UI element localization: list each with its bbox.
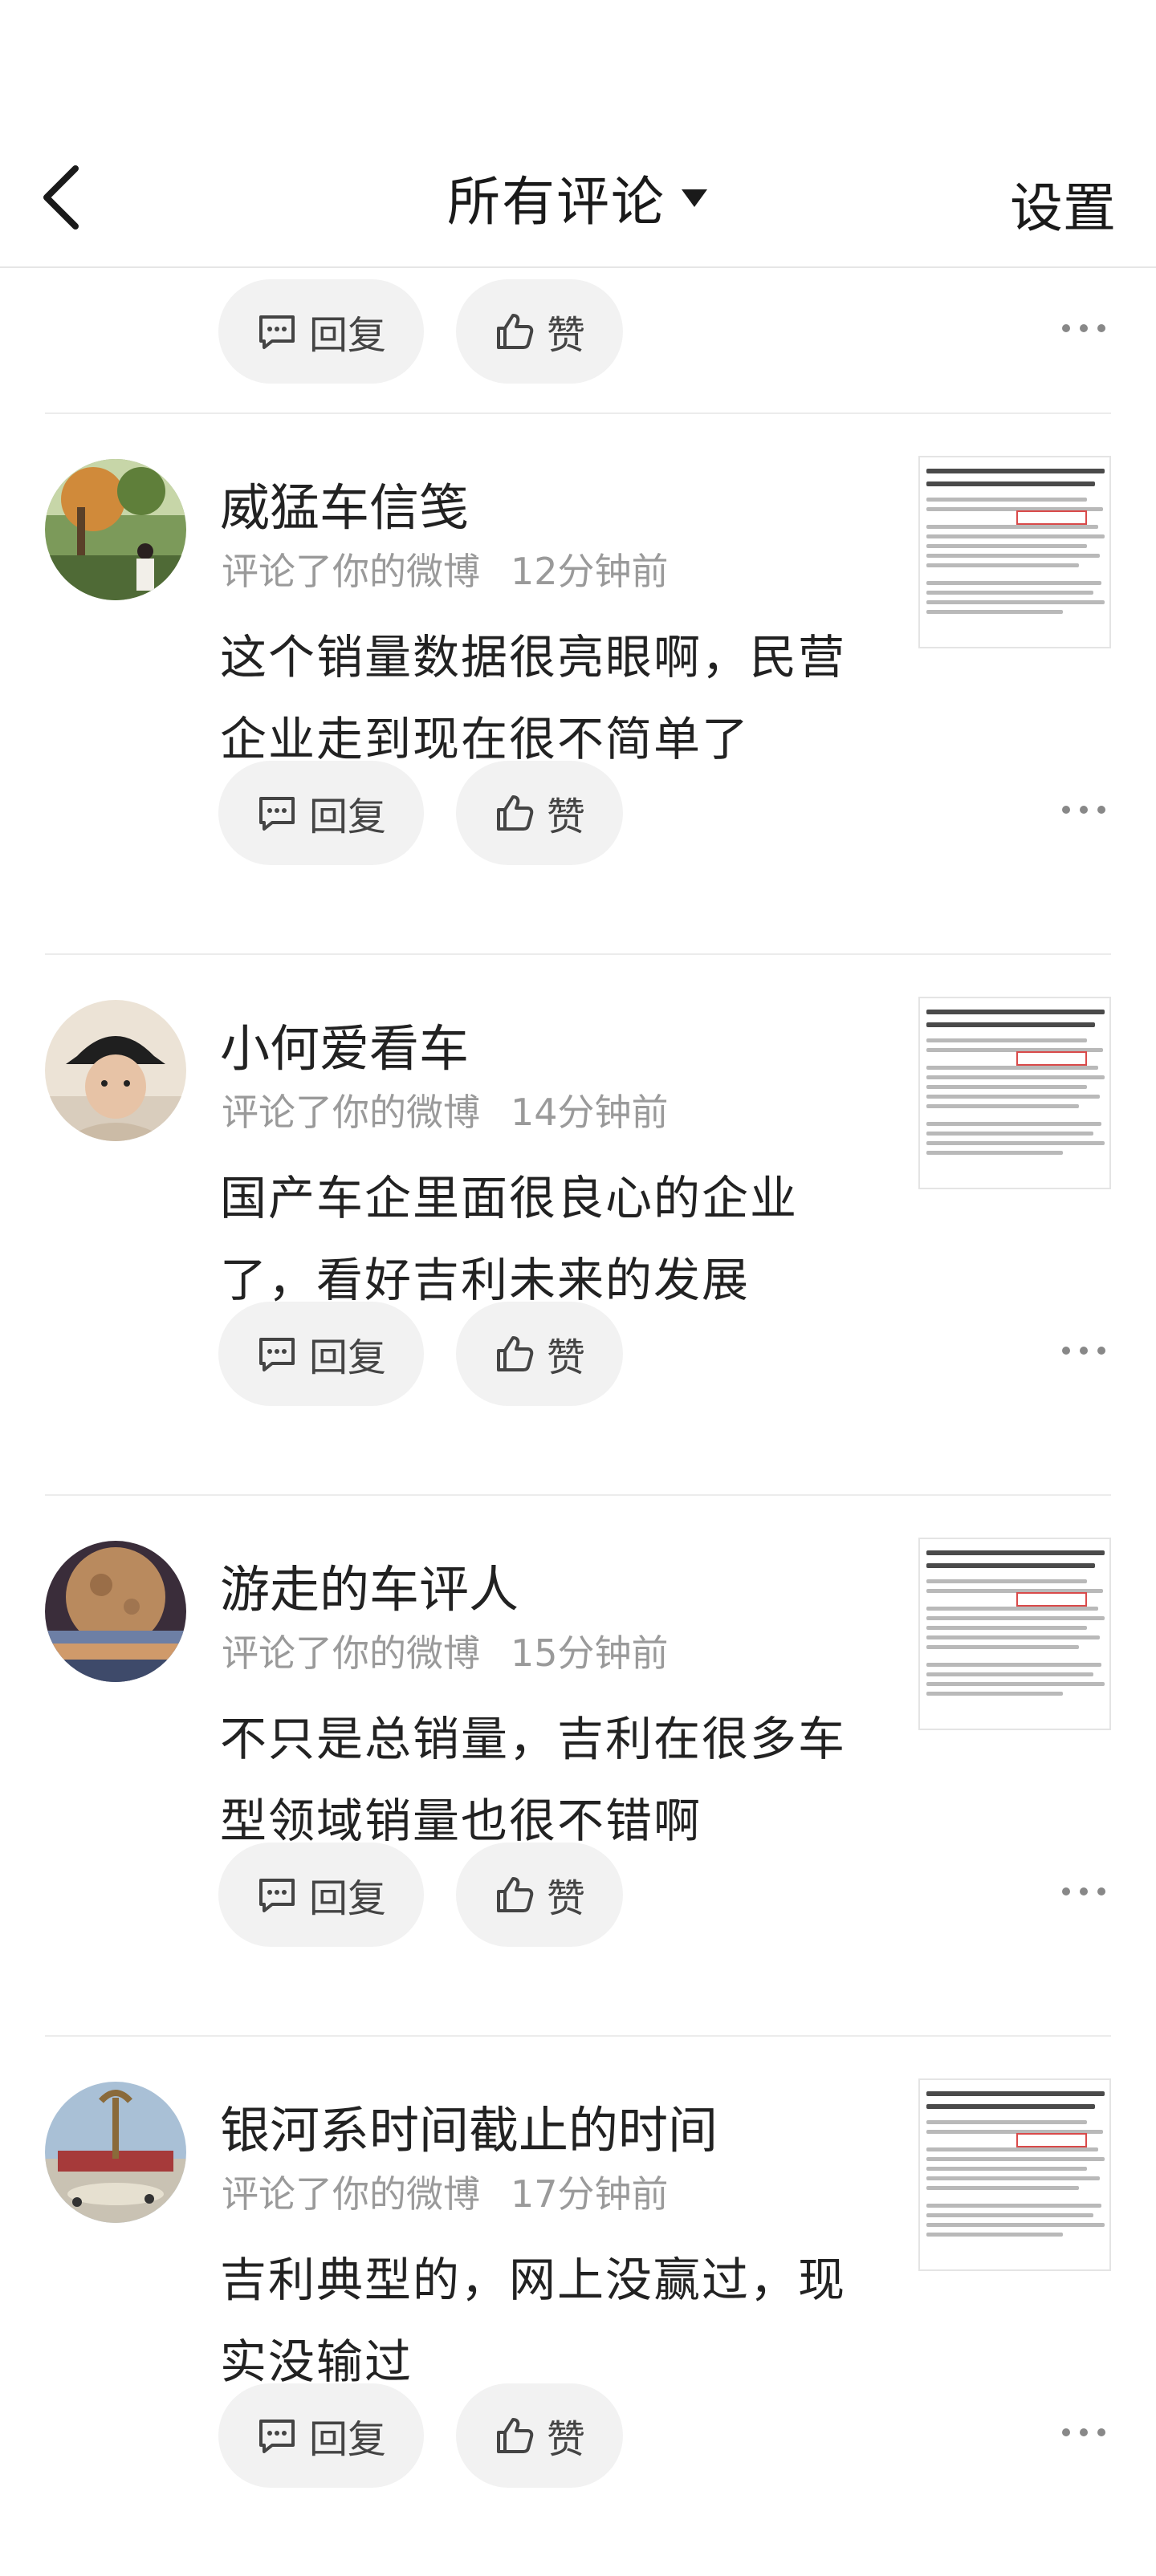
like-button[interactable]: 赞 xyxy=(456,761,623,865)
comment-meta: 评论了你的微博 14分钟前 xyxy=(222,1083,669,1136)
more-icon[interactable] xyxy=(1060,1339,1108,1363)
back-button[interactable] xyxy=(35,157,93,238)
comment-actions: 回复 赞 xyxy=(0,2372,1156,2517)
more-icon[interactable] xyxy=(1060,2420,1108,2444)
action-text: 评论了你的微博 xyxy=(222,550,480,593)
timestamp: 17分钟前 xyxy=(511,2172,669,2216)
more-icon[interactable] xyxy=(1060,798,1108,822)
avatar-image xyxy=(45,459,186,600)
reply-button[interactable]: 回复 xyxy=(218,1843,424,1947)
chevron-left-icon xyxy=(43,165,79,230)
avatar-image xyxy=(45,1000,186,1141)
reply-button[interactable]: 回复 xyxy=(218,279,424,384)
like-button[interactable]: 赞 xyxy=(456,2383,623,2488)
avatar[interactable] xyxy=(45,459,186,600)
weibo-thumbnail[interactable] xyxy=(918,456,1111,648)
comment-filter-dropdown[interactable]: 所有评论 xyxy=(447,159,709,236)
like-label: 赞 xyxy=(546,1876,585,1921)
reply-button[interactable]: 回复 xyxy=(218,761,424,865)
username[interactable]: 游走的车评人 xyxy=(220,1549,519,1621)
like-button[interactable]: 赞 xyxy=(456,1302,623,1406)
avatar[interactable] xyxy=(45,2082,186,2223)
thumbs-up-icon xyxy=(496,795,534,831)
more-icon[interactable] xyxy=(1060,1879,1108,1904)
action-text: 评论了你的微博 xyxy=(222,1631,480,1675)
username[interactable]: 银河系时间截止的时间 xyxy=(220,2090,718,2162)
comment-item: 威猛车信笺 评论了你的微博 12分钟前 这个销量数据很亮眼啊，民营企业走到现在很不… xyxy=(0,414,1156,953)
settings-button[interactable]: 设置 xyxy=(1010,165,1116,242)
avatar-image xyxy=(45,2082,186,2223)
reply-button[interactable]: 回复 xyxy=(218,2383,424,2488)
comment-meta: 评论了你的微博 17分钟前 xyxy=(222,2165,669,2218)
action-text: 评论了你的微博 xyxy=(222,1091,480,1134)
comment-icon xyxy=(258,2420,295,2453)
comment-icon xyxy=(258,797,295,831)
weibo-thumbnail[interactable] xyxy=(918,1538,1111,1730)
comment-actions: 回复 赞 xyxy=(0,750,1156,894)
like-label: 赞 xyxy=(546,1335,585,1380)
thumbs-up-icon xyxy=(496,1336,534,1371)
comment-item: 银河系时间截止的时间 评论了你的微博 17分钟前 吉利典型的，网上没赢过，现实没输… xyxy=(0,2037,1156,2576)
comment-icon xyxy=(258,1879,295,1912)
reply-label: 回复 xyxy=(308,794,386,839)
reply-label: 回复 xyxy=(308,2417,386,2462)
comment-meta: 评论了你的微博 15分钟前 xyxy=(222,1624,669,1677)
comment-meta: 评论了你的微博 12分钟前 xyxy=(222,542,669,595)
like-button[interactable]: 赞 xyxy=(456,1843,623,1947)
username[interactable]: 威猛车信笺 xyxy=(220,467,469,539)
like-label: 赞 xyxy=(546,313,585,358)
timestamp: 15分钟前 xyxy=(511,1631,669,1675)
reply-label: 回复 xyxy=(308,313,386,358)
comment-icon xyxy=(258,1338,295,1371)
thumbs-up-icon xyxy=(496,2418,534,2453)
reply-button[interactable]: 回复 xyxy=(218,1302,424,1406)
reply-label: 回复 xyxy=(308,1335,386,1380)
action-text: 评论了你的微博 xyxy=(222,2172,480,2216)
comment-item: 游走的车评人 评论了你的微博 15分钟前 不只是总销量，吉利在很多车型领域销量也很… xyxy=(0,1496,1156,2035)
weibo-thumbnail[interactable] xyxy=(918,2078,1111,2271)
like-label: 赞 xyxy=(546,2417,585,2462)
reply-label: 回复 xyxy=(308,1876,386,1921)
like-button[interactable]: 赞 xyxy=(456,279,623,384)
comment-list: 回复 赞 威猛车信笺 评论了你的微博 12分钟前 这个销量数据很亮眼啊，民营企业… xyxy=(0,268,1156,2576)
comment-actions: 回复 赞 xyxy=(0,1290,1156,1435)
more-icon[interactable] xyxy=(1060,316,1108,340)
caret-down-icon xyxy=(682,189,707,207)
avatar[interactable] xyxy=(45,1541,186,1682)
comment-item: 小何爱看车 评论了你的微博 14分钟前 国产车企里面很良心的企业了，看好吉利未来的… xyxy=(0,955,1156,1494)
timestamp: 14分钟前 xyxy=(511,1091,669,1134)
avatar[interactable] xyxy=(45,1000,186,1141)
comment-icon xyxy=(258,315,295,349)
thumbs-up-icon xyxy=(496,1877,534,1912)
weibo-thumbnail[interactable] xyxy=(918,997,1111,1189)
timestamp: 12分钟前 xyxy=(511,550,669,593)
top-bar: 所有评论 设置 xyxy=(0,0,1156,268)
thumbs-up-icon xyxy=(496,314,534,349)
comment-actions: 回复 赞 xyxy=(0,1831,1156,1976)
page-title: 所有评论 xyxy=(447,171,666,233)
username[interactable]: 小何爱看车 xyxy=(220,1008,469,1080)
like-label: 赞 xyxy=(546,794,585,839)
avatar-image xyxy=(45,1541,186,1682)
comment-actions: 回复 赞 xyxy=(0,268,1156,412)
